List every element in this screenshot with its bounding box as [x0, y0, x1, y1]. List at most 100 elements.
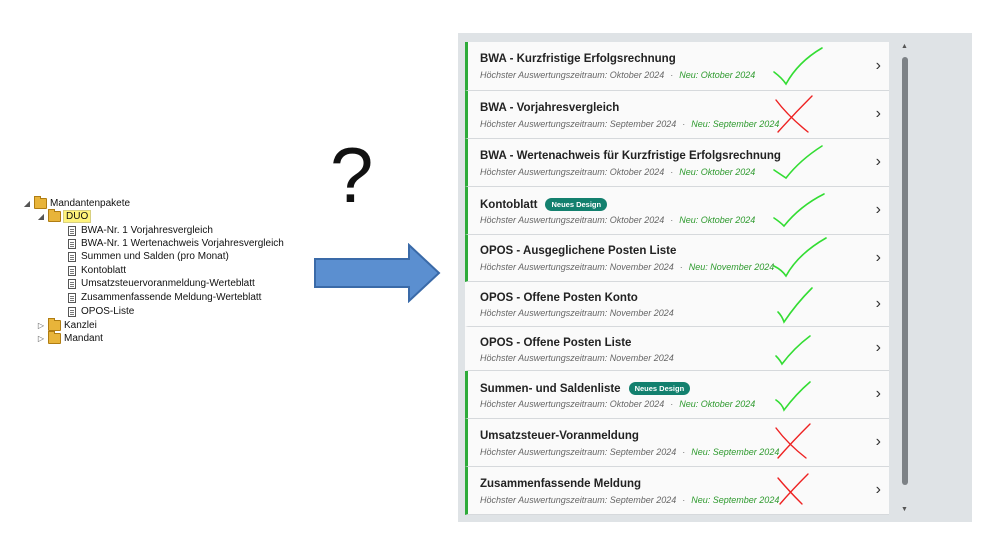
- tree-leaf-label: Summen und Salden (pro Monat): [81, 251, 229, 262]
- tree-leaf[interactable]: Summen und Salden (pro Monat): [68, 250, 229, 263]
- tree-node-kanzlei[interactable]: ▷ Kanzlei: [36, 318, 97, 332]
- chevron-right-icon[interactable]: ›: [876, 296, 881, 312]
- report-subtitle: Höchster Auswertungszeitraum: November 2…: [480, 353, 674, 363]
- evaluation-period: Höchster Auswertungszeitraum: November 2…: [480, 308, 674, 318]
- document-icon: [68, 306, 76, 317]
- handwritten-cross-icon: [775, 95, 813, 133]
- tree-leaf[interactable]: Umsatzsteuervoranmeldung-Werteblatt: [68, 277, 255, 290]
- report-title-text: OPOS - Offene Posten Liste: [480, 337, 632, 349]
- report-card[interactable]: Umsatzsteuer-Voranmeldung Höchster Auswer…: [465, 419, 889, 467]
- new-period: Neu: September 2024: [691, 119, 780, 129]
- collapse-triangle-icon[interactable]: ◢: [22, 199, 32, 208]
- separator-dot: ·: [682, 447, 686, 457]
- expand-triangle-icon[interactable]: ▷: [36, 334, 46, 343]
- tree-leaf-label: Umsatzsteuervoranmeldung-Werteblatt: [81, 278, 255, 289]
- evaluation-period: Höchster Auswertungszeitraum: September …: [480, 495, 677, 505]
- chevron-right-icon[interactable]: ›: [876, 386, 881, 402]
- tree-node-root[interactable]: ◢ Mandantenpakete: [22, 196, 131, 210]
- expand-triangle-icon[interactable]: ▷: [36, 321, 46, 330]
- chevron-right-icon[interactable]: ›: [876, 58, 881, 74]
- report-card[interactable]: BWA - Kurzfristige Erfolgsrechnung Höchst…: [465, 42, 889, 91]
- separator-dot: ·: [682, 119, 686, 129]
- new-period: Neu: Oktober 2024: [679, 167, 756, 177]
- report-card[interactable]: BWA - Wertenachweis für Kurzfristige Erf…: [465, 139, 889, 187]
- handwritten-check-icon: [773, 145, 823, 180]
- evaluation-period: Höchster Auswertungszeitraum: Oktober 20…: [480, 399, 665, 409]
- tree-leaf[interactable]: Zusammenfassende Meldung-Werteblatt: [68, 291, 261, 304]
- document-icon: [68, 251, 76, 262]
- report-title: Umsatzsteuer-Voranmeldung: [480, 430, 639, 442]
- new-design-badge: Neues Design: [628, 382, 691, 395]
- tree-node-mandant[interactable]: ▷ Mandant: [36, 331, 103, 345]
- document-icon: [68, 265, 76, 276]
- report-subtitle: Höchster Auswertungszeitraum: Oktober 20…: [480, 70, 755, 80]
- new-period: Neu: Oktober 2024: [679, 215, 756, 225]
- new-period: Neu: September 2024: [691, 495, 780, 505]
- handwritten-check-icon: [775, 335, 811, 366]
- new-period: Neu: Oktober 2024: [679, 399, 756, 409]
- report-title-text: OPOS - Offene Posten Konto: [480, 292, 638, 304]
- tree-leaf[interactable]: OPOS-Liste: [68, 305, 134, 318]
- report-subtitle: Höchster Auswertungszeitraum: November 2…: [480, 308, 674, 318]
- tree-label-selected: DUO: [62, 210, 92, 223]
- report-card[interactable]: Summen- und Saldenliste Neues Design Höchs…: [465, 371, 889, 419]
- report-title: Summen- und Saldenliste Neues Design: [480, 382, 691, 395]
- chevron-right-icon[interactable]: ›: [876, 154, 881, 170]
- separator-dot: ·: [670, 167, 674, 177]
- folder-icon: [34, 196, 47, 209]
- handwritten-check-icon: [773, 237, 827, 278]
- report-card[interactable]: Zusammenfassende Meldung Höchster Auswert…: [465, 467, 889, 515]
- report-card[interactable]: OPOS - Ausgeglichene Posten Liste Höchste…: [465, 235, 889, 282]
- evaluation-period: Höchster Auswertungszeitraum: September …: [480, 119, 677, 129]
- document-icon: [68, 225, 76, 236]
- handwritten-check-icon: [773, 47, 823, 86]
- chevron-right-icon[interactable]: ›: [876, 250, 881, 266]
- report-title-text: Summen- und Saldenliste: [480, 382, 621, 395]
- report-subtitle: Höchster Auswertungszeitraum: September …: [480, 447, 779, 457]
- evaluation-period: Höchster Auswertungszeitraum: November 2…: [480, 353, 674, 363]
- tree-leaf[interactable]: BWA-Nr. 1 Vorjahresvergleich: [68, 224, 213, 237]
- handwritten-check-icon: [777, 287, 813, 324]
- report-title-text: Umsatzsteuer-Voranmeldung: [480, 430, 639, 442]
- collapse-triangle-icon[interactable]: ◢: [36, 212, 46, 221]
- chevron-right-icon[interactable]: ›: [876, 202, 881, 218]
- report-title-text: Kontoblatt: [480, 198, 538, 211]
- report-title: OPOS - Offene Posten Liste: [480, 337, 631, 349]
- new-period: Neu: November 2024: [688, 262, 775, 272]
- new-period: Neu: September 2024: [691, 447, 780, 457]
- tree-leaf-label: BWA-Nr. 1 Vorjahresvergleich: [81, 225, 213, 236]
- chevron-right-icon[interactable]: ›: [876, 482, 881, 498]
- scroll-up-icon[interactable]: ▲: [901, 43, 908, 50]
- report-title-text: Zusammenfassende Meldung: [480, 478, 642, 490]
- scrollbar[interactable]: ▲ ▼: [900, 43, 910, 513]
- tree-leaf[interactable]: Kontoblatt: [68, 264, 126, 277]
- report-title-text: BWA - Wertenachweis für Kurzfristige Erf…: [480, 150, 781, 162]
- report-card[interactable]: OPOS - Offene Posten Konto Höchster Auswe…: [465, 282, 889, 327]
- tree-label-root: Mandantenpakete: [50, 198, 131, 209]
- folder-icon: [48, 209, 61, 222]
- folder-icon: [48, 318, 61, 331]
- report-title: BWA - Wertenachweis für Kurzfristige Erf…: [480, 150, 781, 162]
- tree-node-duo[interactable]: ◢ DUO: [36, 209, 92, 223]
- report-subtitle: Höchster Auswertungszeitraum: September …: [480, 119, 779, 129]
- chevron-right-icon[interactable]: ›: [876, 434, 881, 450]
- chevron-right-icon[interactable]: ›: [876, 340, 881, 356]
- chevron-right-icon[interactable]: ›: [876, 106, 881, 122]
- separator-dot: ·: [670, 399, 674, 409]
- report-card[interactable]: OPOS - Offene Posten Liste Höchster Auswe…: [465, 327, 889, 371]
- document-icon: [68, 238, 76, 249]
- tree-leaf-label: OPOS-Liste: [81, 306, 135, 317]
- scroll-down-icon[interactable]: ▼: [901, 506, 908, 513]
- tree-leaf-label: BWA-Nr. 1 Wertenachweis Vorjahresverglei…: [81, 238, 284, 249]
- tree-leaf-label: Zusammenfassende Meldung-Werteblatt: [81, 292, 262, 303]
- report-title: Zusammenfassende Meldung: [480, 478, 641, 490]
- separator-dot: ·: [679, 262, 683, 272]
- scrollbar-thumb[interactable]: [902, 57, 908, 485]
- tree-leaf[interactable]: BWA-Nr. 1 Wertenachweis Vorjahresverglei…: [68, 237, 284, 250]
- report-card[interactable]: Kontoblatt Neues Design Höchster Auswertun…: [465, 187, 889, 235]
- report-title: BWA - Kurzfristige Erfolgsrechnung: [480, 53, 676, 65]
- new-design-badge: Neues Design: [545, 198, 608, 211]
- tree-label-mandant: Mandant: [64, 333, 103, 344]
- report-card[interactable]: BWA - Vorjahresvergleich Höchster Auswert…: [465, 91, 889, 139]
- separator-dot: ·: [670, 70, 674, 80]
